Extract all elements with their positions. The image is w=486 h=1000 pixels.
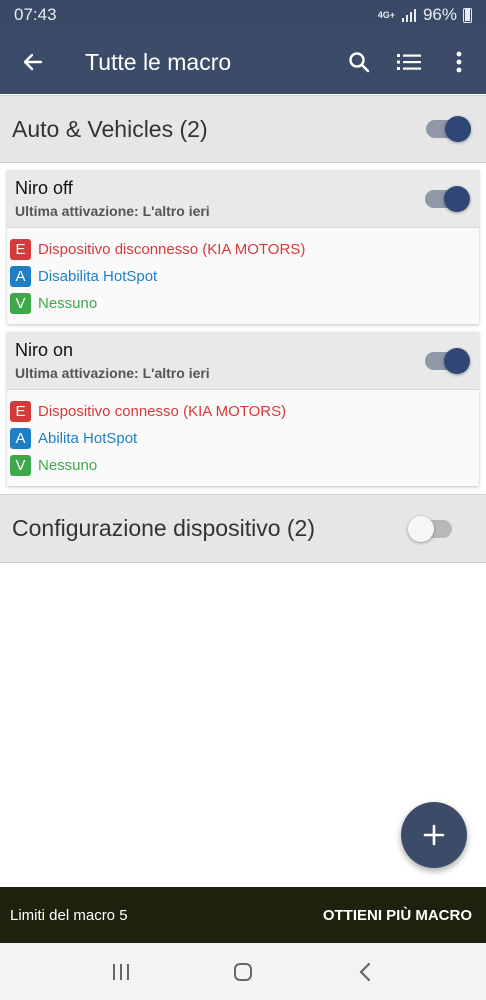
action-badge: A (10, 266, 31, 287)
back-button[interactable] (8, 37, 58, 87)
more-vert-icon (456, 51, 462, 73)
trigger-text: Dispositivo disconnesso (KIA MOTORS) (38, 241, 306, 258)
home-button[interactable] (218, 947, 268, 997)
category-toggle[interactable] (408, 515, 452, 542)
battery-percent: 96% (422, 5, 457, 24)
page-title: Tutte le macro (85, 48, 232, 75)
trigger-text: Dispositivo connesso (KIA MOTORS) (38, 403, 287, 420)
status-icons: 4G+ 96% (378, 5, 472, 25)
snackbar-message: Limiti del macro 5 (10, 906, 128, 924)
macro-toggle[interactable] (425, 347, 470, 374)
trigger-row: E Dispositivo disconnesso (KIA MOTORS) (10, 236, 476, 263)
macro-last-run: Ultima attivazione: L'altro ieri (15, 365, 210, 381)
macro-card-header: Niro on Ultima attivazione: L'altro ieri (7, 332, 479, 390)
list-icon (397, 54, 421, 70)
toggle-knob (445, 116, 471, 142)
toggle-knob (444, 347, 470, 374)
search-icon (349, 52, 370, 73)
plus-icon (423, 824, 445, 846)
arrow-back-icon (23, 53, 43, 71)
macro-title: Niro on (15, 340, 74, 360)
snackbar: Limiti del macro 5 OTTIENI PIÙ MACRO (0, 887, 486, 943)
add-macro-button[interactable] (401, 802, 467, 868)
constraint-badge: V (10, 455, 31, 476)
constraint-text: Nessuno (38, 295, 98, 312)
home-icon (234, 962, 252, 981)
category-header-configurazione-dispositivo[interactable]: Configurazione dispositivo (2) (0, 494, 486, 563)
action-row: A Disabilita HotSpot (10, 263, 476, 290)
recents-icon (113, 963, 129, 980)
action-text: Disabilita HotSpot (38, 268, 158, 285)
macro-details: E Dispositivo disconnesso (KIA MOTORS) A… (7, 228, 479, 323)
macro-toggle[interactable] (425, 185, 470, 212)
constraint-row: V Nessuno (10, 290, 476, 317)
constraint-badge: V (10, 293, 31, 314)
category-header-auto-vehicles[interactable]: Auto & Vehicles (2) (0, 95, 486, 163)
action-row: A Abilita HotSpot (10, 425, 476, 452)
constraint-row: V Nessuno (10, 452, 476, 479)
trigger-badge: E (10, 401, 31, 422)
macro-card-niro-off[interactable]: Niro off Ultima attivazione: L'altro ier… (7, 170, 479, 324)
macro-details: E Dispositivo connesso (KIA MOTORS) A Ab… (7, 390, 479, 485)
toggle-knob (444, 185, 470, 212)
battery-icon (463, 7, 472, 23)
constraint-text: Nessuno (38, 457, 98, 474)
macro-title: Niro off (15, 178, 73, 198)
toggle-knob (408, 515, 434, 542)
app-bar-actions (334, 37, 484, 87)
trigger-row: E Dispositivo connesso (KIA MOTORS) (10, 398, 476, 425)
action-badge: A (10, 428, 31, 449)
back-nav-button[interactable] (340, 947, 390, 997)
trigger-badge: E (10, 239, 31, 260)
status-time: 07:43 (14, 5, 57, 24)
action-text: Abilita HotSpot (38, 430, 138, 447)
macro-card-niro-on[interactable]: Niro on Ultima attivazione: L'altro ieri… (7, 332, 479, 486)
status-bar: 07:43 4G+ 96% (0, 0, 486, 30)
get-more-macros-button[interactable]: OTTIENI PIÙ MACRO (323, 907, 472, 924)
signal-icon (401, 9, 416, 22)
search-button[interactable] (334, 37, 384, 87)
list-view-button[interactable] (384, 37, 434, 87)
system-nav-bar (0, 943, 486, 1000)
macro-card-header: Niro off Ultima attivazione: L'altro ier… (7, 170, 479, 228)
category-label: Auto & Vehicles (2) (12, 115, 208, 142)
macro-last-run: Ultima attivazione: L'altro ieri (15, 203, 210, 219)
back-icon (359, 962, 371, 981)
recents-button[interactable] (96, 947, 146, 997)
category-label: Configurazione dispositivo (2) (12, 515, 315, 541)
app-bar: Tutte le macro (0, 30, 486, 94)
network-type-label: 4G+ (377, 9, 395, 20)
category-toggle[interactable] (426, 116, 471, 142)
overflow-menu-button[interactable] (434, 37, 484, 87)
